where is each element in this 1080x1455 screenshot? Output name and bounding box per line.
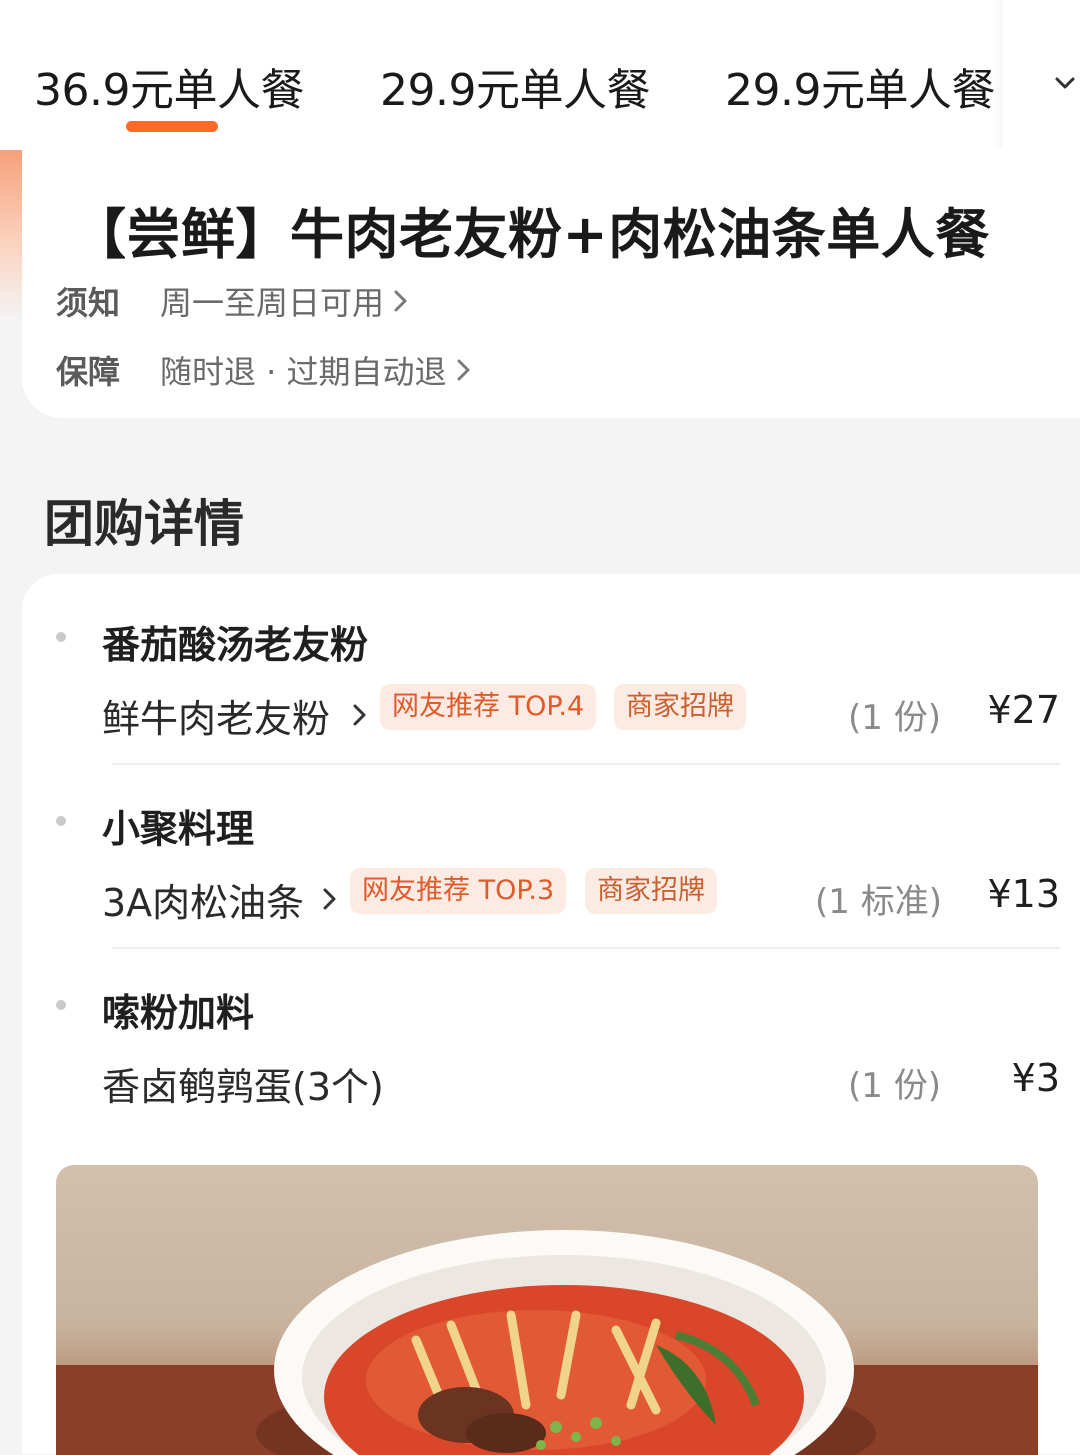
- bullet-dot: [56, 1000, 66, 1010]
- list-item: 香卤鹌鹑蛋(3个) (1 份) ¥3: [102, 1052, 1080, 1112]
- group-buy-details-card: 番茄酸汤老友粉 鲜牛肉老友粉 网友推荐 TOP.4 商家招牌 (1 份) ¥27…: [22, 574, 1080, 1455]
- signature-dish-badge: 商家招牌: [585, 868, 717, 914]
- top-recommend-badge: 网友推荐 TOP.4: [380, 684, 597, 730]
- list-item[interactable]: 3A肉松油条 网友推荐 TOP.3 商家招牌 (1 标准) ¥13: [102, 868, 1080, 928]
- group-name: 番茄酸汤老友粉: [102, 623, 369, 667]
- tab-36-9-single-meal[interactable]: 36.9元单人餐: [34, 54, 304, 118]
- guarantee-label: 保障: [56, 353, 121, 391]
- tab-29-9-single-meal-1[interactable]: 29.9元单人餐: [380, 54, 650, 118]
- deal-info-card: 【尝鲜】牛肉老友粉+肉松油条单人餐 须知 周一至周日可用 保障 随时退 · 过期…: [22, 150, 1080, 418]
- food-photo[interactable]: [56, 1165, 1038, 1455]
- list-item[interactable]: 鲜牛肉老友粉 网友推荐 TOP.4 商家招牌 (1 份) ¥27: [102, 684, 1080, 744]
- item-name: 香卤鹌鹑蛋(3个): [102, 1065, 384, 1109]
- chevron-right-icon: [394, 290, 407, 312]
- item-quantity: (1 份): [848, 1066, 941, 1106]
- item-quantity: (1 份): [848, 698, 941, 738]
- item-price: ¥3: [1011, 1056, 1060, 1100]
- tab-bar: 36.9元单人餐 29.9元单人餐 29.9元单人餐: [0, 0, 1080, 150]
- item-quantity: (1 标准): [815, 882, 942, 922]
- item-price: ¥27: [987, 688, 1060, 732]
- active-tab-indicator: [126, 121, 218, 132]
- tab-29-9-single-meal-2[interactable]: 29.9元单人餐: [725, 54, 995, 118]
- notice-label: 须知: [56, 284, 121, 322]
- deal-title: 【尝鲜】牛肉老友粉+肉松油条单人餐: [72, 203, 990, 266]
- noodle-bowl-image: [56, 1230, 1038, 1455]
- group-name: 嗦粉加料: [102, 991, 255, 1035]
- top-recommend-badge: 网友推荐 TOP.3: [350, 868, 567, 914]
- chevron-right-icon: [353, 704, 366, 726]
- chevron-down-icon[interactable]: [1052, 70, 1078, 96]
- item-price: ¥13: [987, 872, 1060, 916]
- section-title: 团购详情: [44, 495, 244, 553]
- chevron-right-icon: [457, 359, 470, 381]
- bullet-dot: [56, 816, 66, 826]
- bullet-dot: [56, 632, 66, 642]
- notice-row[interactable]: 须知 周一至周日可用: [56, 278, 410, 324]
- divider: [112, 763, 1060, 765]
- guarantee-row[interactable]: 保障 随时退 · 过期自动退: [56, 347, 473, 393]
- chevron-right-icon: [323, 888, 336, 910]
- notice-value: 周一至周日可用: [160, 284, 385, 322]
- item-name: 鲜牛肉老友粉: [102, 697, 331, 741]
- item-name: 3A肉松油条: [102, 881, 305, 925]
- guarantee-value: 随时退 · 过期自动退: [160, 353, 447, 391]
- divider: [112, 947, 1060, 949]
- group-name: 小聚料理: [102, 807, 255, 851]
- signature-dish-badge: 商家招牌: [614, 684, 746, 730]
